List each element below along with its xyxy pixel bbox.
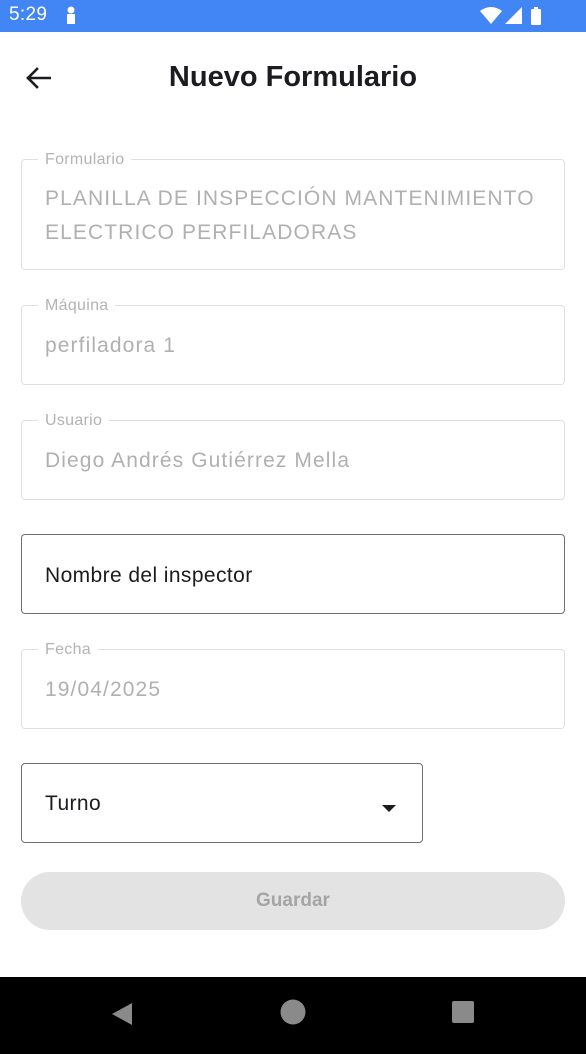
battery-icon <box>531 7 541 25</box>
dropdown-arrow-icon <box>382 800 396 818</box>
usuario-label: Usuario <box>38 412 110 430</box>
inspector-name-input[interactable]: Nombre del inspector <box>21 534 565 614</box>
usuario-value: Diego Andrés Gutiérrez Mella <box>45 449 351 472</box>
fecha-value: 19/04/2025 <box>45 678 162 701</box>
save-button[interactable]: Guardar <box>21 872 565 930</box>
fecha-label: Fecha <box>38 641 98 659</box>
formulario-label: Formulario <box>38 151 132 169</box>
status-icons <box>480 7 550 25</box>
save-button-label: Guardar <box>256 890 330 911</box>
usuario-field: Usuario Diego Andrés Gutiérrez Mella <box>21 412 565 500</box>
wifi-icon <box>480 7 502 24</box>
page-title: Nuevo Formulario <box>168 61 418 93</box>
nav-recents-icon[interactable] <box>452 1001 474 1028</box>
nav-back-icon[interactable] <box>110 1001 134 1032</box>
formulario-field: Formulario PLANILLA DE INSPECCIÓN MANTEN… <box>21 151 565 270</box>
signal-icon <box>505 7 522 24</box>
maquina-value: perfiladora 1 <box>45 334 177 357</box>
notification-icon <box>65 6 77 26</box>
app-bar: Nuevo Formulario <box>0 32 586 128</box>
turno-label: Turno <box>45 792 102 815</box>
maquina-field: Máquina perfiladora 1 <box>21 297 565 385</box>
status-time: 5:29 <box>9 4 48 25</box>
fecha-field: Fecha 19/04/2025 <box>21 641 565 729</box>
navigation-bar <box>0 977 586 1054</box>
turno-dropdown[interactable]: Turno <box>21 763 423 843</box>
maquina-label: Máquina <box>38 297 116 315</box>
nav-home-icon[interactable] <box>280 999 306 1030</box>
status-bar: 5:29 <box>0 0 586 32</box>
formulario-value: PLANILLA DE INSPECCIÓN MANTENIMIENTO ELE… <box>45 187 535 244</box>
inspector-name-placeholder: Nombre del inspector <box>45 564 253 587</box>
